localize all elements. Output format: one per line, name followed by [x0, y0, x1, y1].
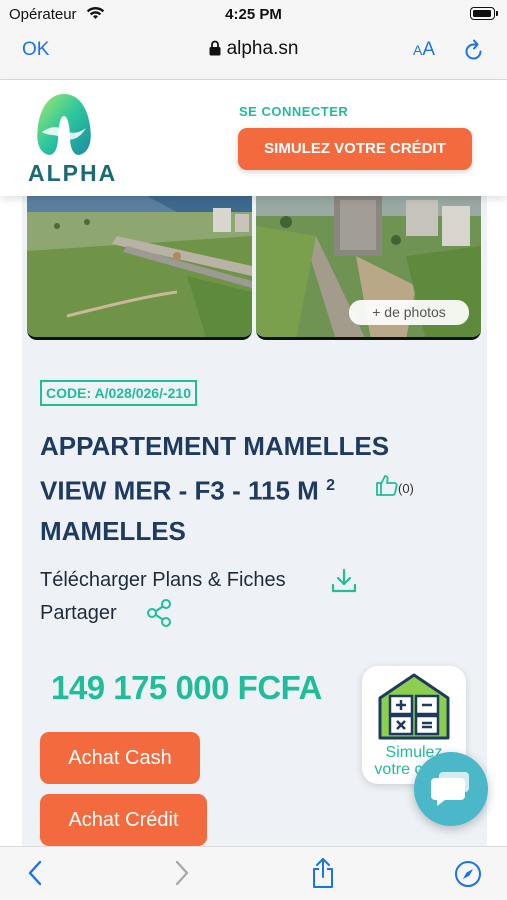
back-icon[interactable] — [27, 860, 43, 886]
lock-icon — [209, 40, 221, 56]
listing-photo-1[interactable] — [27, 196, 252, 340]
logo-text: ALPHA — [28, 160, 118, 186]
chat-button[interactable] — [414, 752, 488, 826]
text-size-button[interactable]: AA — [413, 39, 435, 61]
download-icon[interactable] — [331, 568, 357, 594]
browser-toolbar — [0, 846, 507, 900]
login-link[interactable]: SE CONNECTER — [239, 104, 348, 119]
reload-icon[interactable] — [463, 39, 485, 63]
share-link[interactable]: Partager — [40, 602, 117, 625]
buy-cash-button[interactable]: Achat Cash — [40, 732, 200, 784]
share-sheet-icon[interactable] — [311, 857, 335, 889]
download-plans-link[interactable]: Télécharger Plans & Fiches — [40, 569, 286, 592]
simulate-credit-button[interactable]: SIMULEZ VOTRE CRÉDIT — [238, 128, 472, 170]
listing-content: + de photos CODE: A/028/026/-210 APPARTE… — [0, 196, 507, 846]
share-icon[interactable] — [146, 599, 172, 627]
status-bar: Opérateur 4:25 PM — [0, 0, 507, 30]
listing-price: 149 175 000 FCFA — [51, 669, 322, 706]
battery-icon — [470, 7, 495, 20]
status-time: 4:25 PM — [225, 6, 282, 23]
more-photos-button[interactable]: + de photos — [349, 300, 469, 325]
like-count: (0) — [398, 481, 414, 496]
alpha-logo-icon[interactable] — [28, 92, 100, 158]
calculator-house-icon — [378, 673, 450, 740]
listing-code: CODE: A/028/026/-210 — [40, 380, 197, 406]
compass-icon[interactable] — [454, 860, 482, 888]
site-header: ALPHA SE CONNECTER SIMULEZ VOTRE CRÉDIT — [0, 80, 507, 196]
browser-address-bar: OK alpha.sn AA — [0, 30, 507, 80]
chat-bubble-icon — [431, 772, 469, 806]
forward-icon[interactable] — [174, 860, 190, 886]
buy-credit-button[interactable]: Achat Crédit — [40, 794, 207, 846]
url-text: alpha.sn — [226, 38, 299, 59]
thumbs-up-icon[interactable] — [375, 474, 399, 496]
